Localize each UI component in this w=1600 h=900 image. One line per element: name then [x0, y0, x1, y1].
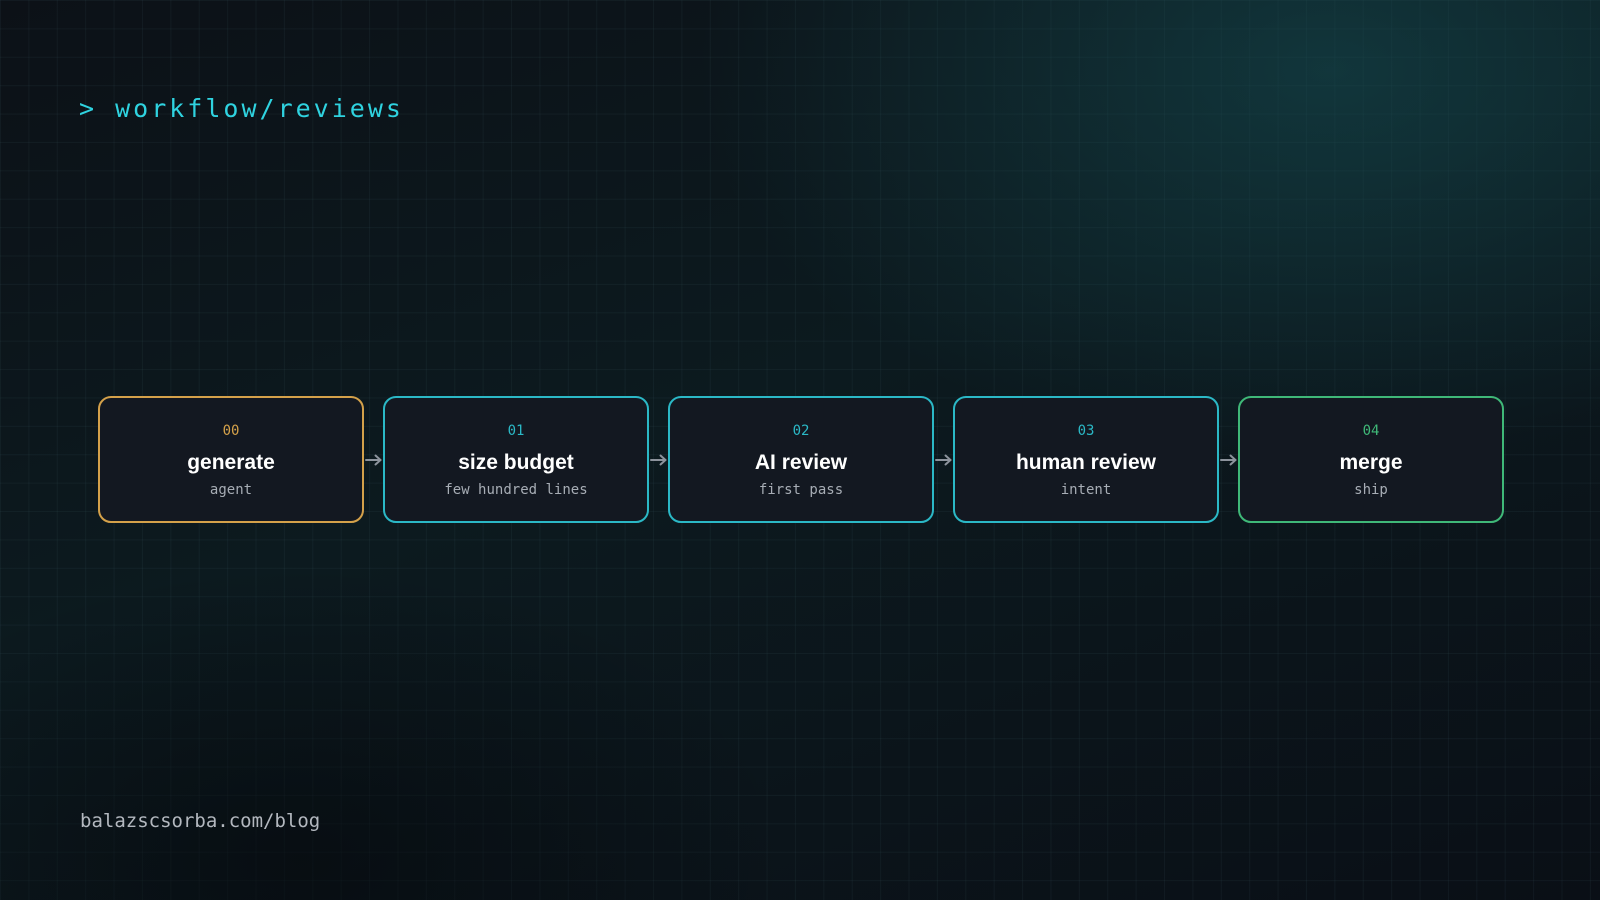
page-title: > workflow/reviews — [79, 94, 404, 123]
arrow-right-icon — [934, 454, 951, 465]
step-number: 00 — [222, 423, 240, 439]
step-title: size budget — [458, 451, 574, 474]
step-title: AI review — [754, 451, 848, 474]
arrow-right-icon — [649, 454, 666, 465]
step-number: 01 — [507, 423, 525, 439]
step-subtitle: ship — [1354, 482, 1388, 498]
step-title: merge — [1339, 451, 1403, 474]
step-title: generate — [187, 451, 275, 474]
step-subtitle: intent — [1060, 482, 1112, 498]
blog-link[interactable]: balazscsorba.com/blog — [80, 810, 320, 832]
step-generate: 00 generate agent — [98, 396, 364, 523]
arrow-right-icon — [1219, 454, 1236, 465]
step-subtitle: few hundred lines — [444, 482, 588, 498]
step-merge: 04 merge ship — [1238, 396, 1504, 523]
step-ai-review: 02 AI review first pass — [668, 396, 934, 523]
review-pipeline: 00 generate agent 01 size budget few hun… — [98, 396, 1504, 523]
arrow-right-icon — [364, 454, 381, 465]
step-subtitle: first pass — [758, 482, 844, 498]
step-number: 03 — [1077, 423, 1095, 439]
step-title: human review — [1015, 451, 1157, 474]
step-human-review: 03 human review intent — [953, 396, 1219, 523]
step-number: 02 — [792, 423, 810, 439]
step-number: 04 — [1362, 423, 1380, 439]
step-subtitle: agent — [209, 482, 253, 498]
step-size-budget: 01 size budget few hundred lines — [383, 396, 649, 523]
